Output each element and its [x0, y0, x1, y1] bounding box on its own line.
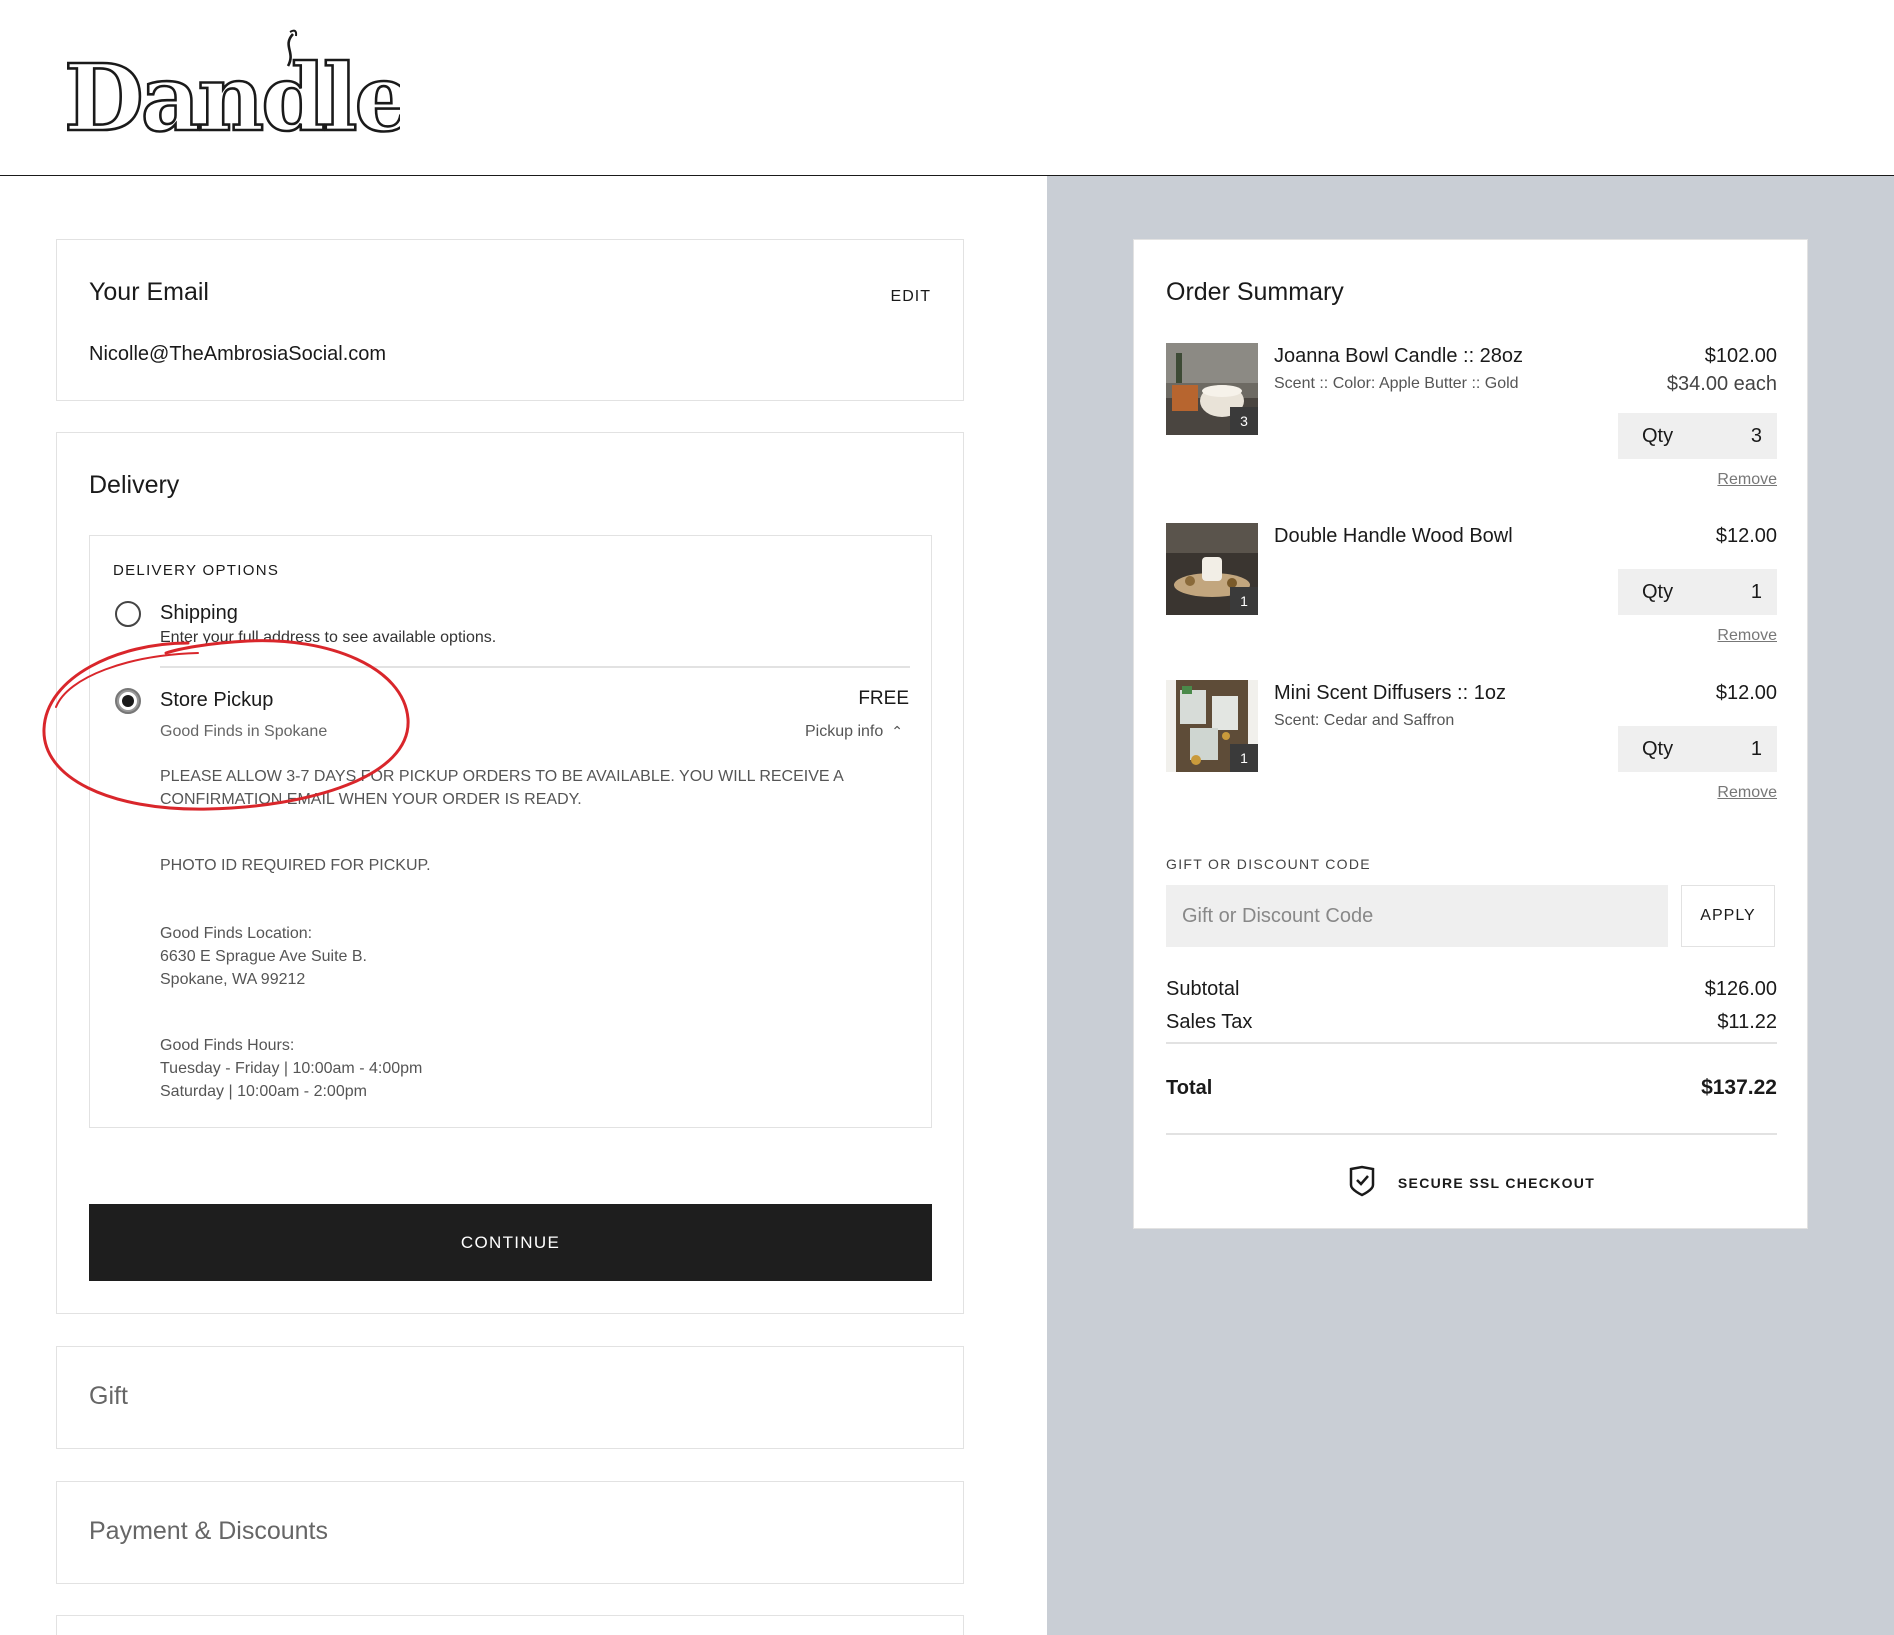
- item-unit-price: $34.00 each: [1666, 373, 1777, 395]
- hours-line-1: Tuesday - Friday | 10:00am - 4:00pm: [160, 1060, 423, 1077]
- cart-item: 1 Double Handle Wood Bowl $12.00 Qty 1 R…: [1166, 523, 1777, 673]
- item-variant: Scent: Cedar and Saffron: [1274, 712, 1455, 729]
- email-section: Your Email EDIT Nicolle@TheAmbrosiaSocia…: [56, 239, 964, 401]
- chevron-up-icon: ⌃: [891, 723, 903, 739]
- pickup-notice: PLEASE ALLOW 3-7 DAYS FOR PICKUP ORDERS …: [160, 768, 843, 808]
- subtotal-row: Subtotal $126.00: [1166, 978, 1777, 1001]
- address-line-1: 6630 E Sprague Ave Suite B.: [160, 948, 367, 965]
- item-price: $12.00: [1715, 525, 1777, 547]
- discount-code-label: GIFT OR DISCOUNT CODE: [1166, 856, 1371, 872]
- hours-title: Good Finds Hours:: [160, 1037, 295, 1054]
- continue-button[interactable]: CONTINUE: [89, 1204, 932, 1281]
- order-summary-title: Order Summary: [1166, 278, 1344, 306]
- pickup-info-label: Pickup info: [805, 723, 884, 740]
- apply-code-button[interactable]: APPLY: [1681, 885, 1775, 947]
- delivery-options-box: DELIVERY OPTIONS Shipping Enter your ful…: [89, 535, 932, 1128]
- total-label: Total: [1166, 1077, 1213, 1099]
- remove-item-link[interactable]: Remove: [1717, 627, 1777, 645]
- item-qty-badge: 1: [1230, 744, 1258, 772]
- remove-item-link[interactable]: Remove: [1717, 471, 1777, 489]
- total-row: Total $137.22: [1166, 1076, 1777, 1100]
- qty-value[interactable]: 1: [1751, 738, 1762, 761]
- wood-bowl-thumbnail[interactable]: 1: [1166, 523, 1258, 615]
- quantity-stepper[interactable]: Qty 3: [1618, 413, 1777, 459]
- summary-divider: [1166, 1042, 1777, 1044]
- gift-section[interactable]: Gift: [56, 1346, 964, 1449]
- diffuser-thumbnail[interactable]: 1: [1166, 680, 1258, 772]
- pickup-info-toggle[interactable]: Pickup info ⌃: [805, 723, 903, 741]
- item-price: $12.00: [1715, 682, 1777, 704]
- order-summary: Order Summary 3 Joanna Bowl Candle :: 28…: [1133, 239, 1808, 1229]
- secure-checkout-label: SECURE SSL CHECKOUT: [1397, 1174, 1596, 1191]
- svg-text:Dandles: Dandles: [64, 44, 400, 144]
- item-name: Joanna Bowl Candle :: 28oz: [1274, 345, 1524, 367]
- pickup-location-name: Good Finds in Spokane: [160, 723, 328, 740]
- brand-logo[interactable]: Dandles: [60, 24, 463, 153]
- sales-tax-label: Sales Tax: [1166, 1011, 1253, 1033]
- email-value: Nicolle@TheAmbrosiaSocial.com: [89, 343, 387, 365]
- discount-code-input[interactable]: [1166, 885, 1668, 947]
- option-divider: [160, 666, 910, 668]
- shipping-label[interactable]: Shipping: [160, 602, 238, 625]
- qty-label: Qty: [1642, 737, 1674, 760]
- qty-label: Qty: [1642, 580, 1674, 603]
- site-header: Dandles: [0, 0, 1894, 176]
- qty-value[interactable]: 1: [1751, 581, 1762, 604]
- item-qty-badge: 1: [1230, 587, 1258, 615]
- item-qty-badge: 3: [1230, 407, 1258, 435]
- quantity-stepper[interactable]: Qty 1: [1618, 569, 1777, 615]
- shipping-radio[interactable]: [115, 601, 141, 627]
- quantity-stepper[interactable]: Qty 1: [1618, 726, 1777, 772]
- pickup-price: FREE: [858, 688, 909, 709]
- edit-email-link[interactable]: EDIT: [891, 288, 931, 306]
- hours-line-2: Saturday | 10:00am - 2:00pm: [160, 1083, 367, 1100]
- subtotal-value: $126.00: [1704, 978, 1777, 1000]
- location-title: Good Finds Location:: [160, 925, 313, 942]
- store-pickup-label[interactable]: Store Pickup: [160, 689, 273, 712]
- payment-title: Payment & Discounts: [89, 1517, 328, 1545]
- subtotal-label: Subtotal: [1166, 978, 1240, 1000]
- cart-item: 1 Mini Scent Diffusers :: 1oz Scent: Ced…: [1166, 680, 1777, 830]
- delivery-title: Delivery: [89, 471, 180, 499]
- store-pickup-radio[interactable]: [115, 688, 141, 714]
- photo-id-notice: PHOTO ID REQUIRED FOR PICKUP.: [160, 857, 431, 874]
- qty-label: Qty: [1642, 424, 1674, 447]
- item-variant: Scent :: Color: Apple Butter :: Gold: [1274, 375, 1519, 392]
- sales-tax-row: Sales Tax $11.22: [1166, 1011, 1777, 1034]
- cart-item: 3 Joanna Bowl Candle :: 28oz Scent :: Co…: [1166, 343, 1777, 493]
- item-name: Mini Scent Diffusers :: 1oz: [1274, 682, 1506, 704]
- remove-item-link[interactable]: Remove: [1717, 784, 1777, 802]
- address-line-2: Spokane, WA 99212: [160, 971, 306, 988]
- item-name: Double Handle Wood Bowl: [1274, 525, 1513, 547]
- sales-tax-value: $11.22: [1717, 1011, 1777, 1033]
- gift-title: Gift: [89, 1382, 128, 1410]
- qty-value[interactable]: 3: [1751, 425, 1762, 448]
- delivery-section: Delivery DELIVERY OPTIONS Shipping Enter…: [56, 432, 964, 1314]
- item-price: $102.00: [1704, 345, 1777, 367]
- shield-check-icon: [1348, 1165, 1376, 1200]
- summary-divider: [1166, 1133, 1777, 1135]
- shipping-note: Enter your full address to see available…: [160, 629, 497, 646]
- total-value: $137.22: [1701, 1076, 1777, 1099]
- candle-thumbnail[interactable]: 3: [1166, 343, 1258, 435]
- email-title: Your Email: [89, 278, 209, 306]
- delivery-options-heading: DELIVERY OPTIONS: [113, 562, 280, 579]
- next-section: [56, 1615, 964, 1635]
- payment-section[interactable]: Payment & Discounts: [56, 1481, 964, 1584]
- secure-checkout-badge: SECURE SSL CHECKOUT: [1134, 1165, 1809, 1200]
